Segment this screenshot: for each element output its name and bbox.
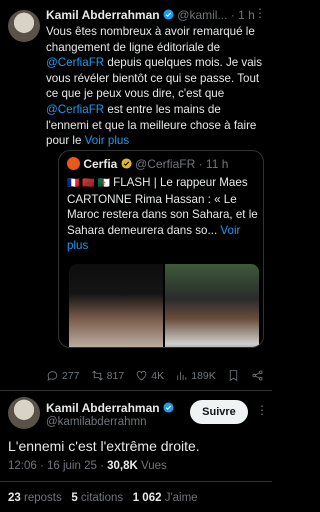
reply-author-handle[interactable]: @kamilabderrahmn xyxy=(46,416,147,428)
reply-views-count: 30,8K xyxy=(107,460,138,472)
retweet-button[interactable]: 817 xyxy=(91,369,124,382)
retweet-icon xyxy=(91,370,103,381)
verified-icon xyxy=(163,9,174,20)
divider xyxy=(0,390,272,391)
reposts-stat[interactable]: 23 reposts xyxy=(8,492,62,504)
quotes-stat[interactable]: 5 citations xyxy=(71,492,123,504)
quoted-time: · 11 h xyxy=(198,157,229,171)
more-icon[interactable]: ⋮ xyxy=(254,6,266,20)
reply-avatar[interactable] xyxy=(8,397,40,429)
reply-meta: 12:06 · 16 juin 25 · 30,8K Vues xyxy=(8,460,167,472)
follow-button[interactable]: Suivre xyxy=(190,400,248,424)
views-button[interactable]: 189K xyxy=(175,369,216,382)
reply-views-label: Vues xyxy=(140,460,167,472)
author-handle[interactable]: @kamil... xyxy=(177,8,227,22)
analytics-icon xyxy=(177,371,187,380)
mention-link[interactable]: @CerfiaFR xyxy=(46,103,104,116)
reply-author-name-wrap: Kamil Abderrahman xyxy=(46,401,174,415)
action-bar: 277 817 4K 189K xyxy=(46,369,264,382)
flags-icon: 🇫🇷 🇲🇦 🇩🇿 xyxy=(67,178,110,189)
reply-button[interactable]: 277 xyxy=(46,369,80,382)
reply-timestamp[interactable]: 12:06 · 16 juin 25 · xyxy=(8,460,107,472)
photo-rapper[interactable] xyxy=(69,264,163,347)
verified-gold-icon xyxy=(121,158,132,169)
quoted-author-handle: @CerfiaFR xyxy=(135,157,196,171)
avatar[interactable] xyxy=(8,10,40,42)
share-icon xyxy=(252,370,263,381)
quoted-author-name: Cerfia xyxy=(83,157,118,171)
photo-politician[interactable] xyxy=(165,264,259,347)
tweet-time[interactable]: · 1 h xyxy=(231,8,255,22)
share-button[interactable] xyxy=(251,369,264,382)
reply-author-name[interactable]: Kamil Abderrahman xyxy=(46,401,160,415)
divider xyxy=(0,481,272,482)
cerfia-logo-icon xyxy=(67,157,80,170)
like-button[interactable]: 4K xyxy=(135,369,164,382)
quoted-text: 🇫🇷 🇲🇦 🇩🇿 FLASH | Le rappeur Maes CARTONN… xyxy=(67,176,258,253)
likes-stat[interactable]: 1 062 J'aime xyxy=(133,492,198,504)
quoted-tweet[interactable]: Cerfia @CerfiaFR · 11 h 🇫🇷 🇲🇦 🇩🇿 FLASH |… xyxy=(58,150,264,348)
verified-icon xyxy=(163,402,174,413)
author-name[interactable]: Kamil Abderrahman xyxy=(46,8,160,22)
see-more-link[interactable]: Voir plus xyxy=(85,134,129,147)
tweet-header: Kamil Abderrahman @kamil... · 1 h xyxy=(46,8,268,22)
mention-link[interactable]: @CerfiaFR xyxy=(46,56,104,69)
bookmark-button[interactable] xyxy=(227,369,240,382)
tweet-text: Vous êtes nombreux à avoir remarqué le c… xyxy=(46,25,263,148)
reply-icon xyxy=(47,371,58,381)
bookmark-icon xyxy=(229,370,238,382)
reply-text: L'ennemi c'est l'extrême droite. xyxy=(8,438,200,454)
engagement-stats: 23 reposts 5 citations 1 062 J'aime xyxy=(8,492,198,504)
reply-more-icon[interactable]: ⋮ xyxy=(256,403,268,417)
quoted-header: Cerfia @CerfiaFR · 11 h xyxy=(67,157,228,171)
heart-icon xyxy=(137,371,147,381)
